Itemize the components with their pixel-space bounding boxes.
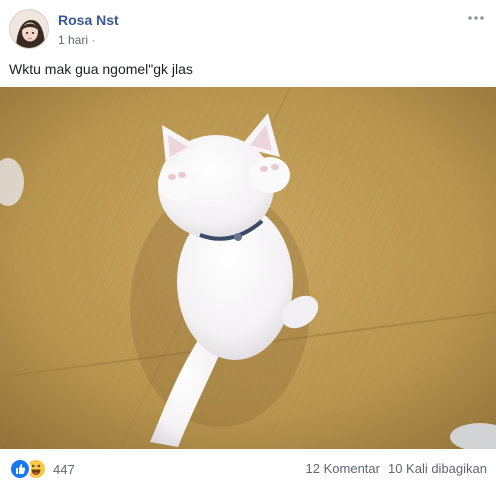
- more-options-icon[interactable]: [464, 8, 488, 28]
- like-icon: [9, 458, 31, 480]
- reaction-summary[interactable]: 447: [9, 458, 75, 480]
- author-avatar[interactable]: [9, 9, 49, 49]
- post-time[interactable]: 1 hari ·: [58, 33, 95, 47]
- post-stats: 12 Komentar 10 Kali dibagikan: [306, 461, 487, 476]
- author-name[interactable]: Rosa Nst: [58, 12, 119, 28]
- post-header: Rosa Nst 1 hari ·: [0, 0, 496, 58]
- reaction-count: 447: [53, 461, 75, 477]
- post-time-label: 1 hari: [58, 33, 89, 47]
- cat-photo-image: [0, 87, 496, 449]
- share-count-link[interactable]: 10 Kali dibagikan: [388, 461, 487, 476]
- audience-icon: ·: [91, 33, 96, 47]
- comment-count-link[interactable]: 12 Komentar: [306, 461, 380, 476]
- post-photo[interactable]: [0, 87, 496, 449]
- post-caption: Wktu mak gua ngomel"gk jlas: [9, 61, 193, 77]
- avatar-image: [10, 10, 48, 48]
- post-footer: 447 12 Komentar 10 Kali dibagikan: [0, 452, 496, 489]
